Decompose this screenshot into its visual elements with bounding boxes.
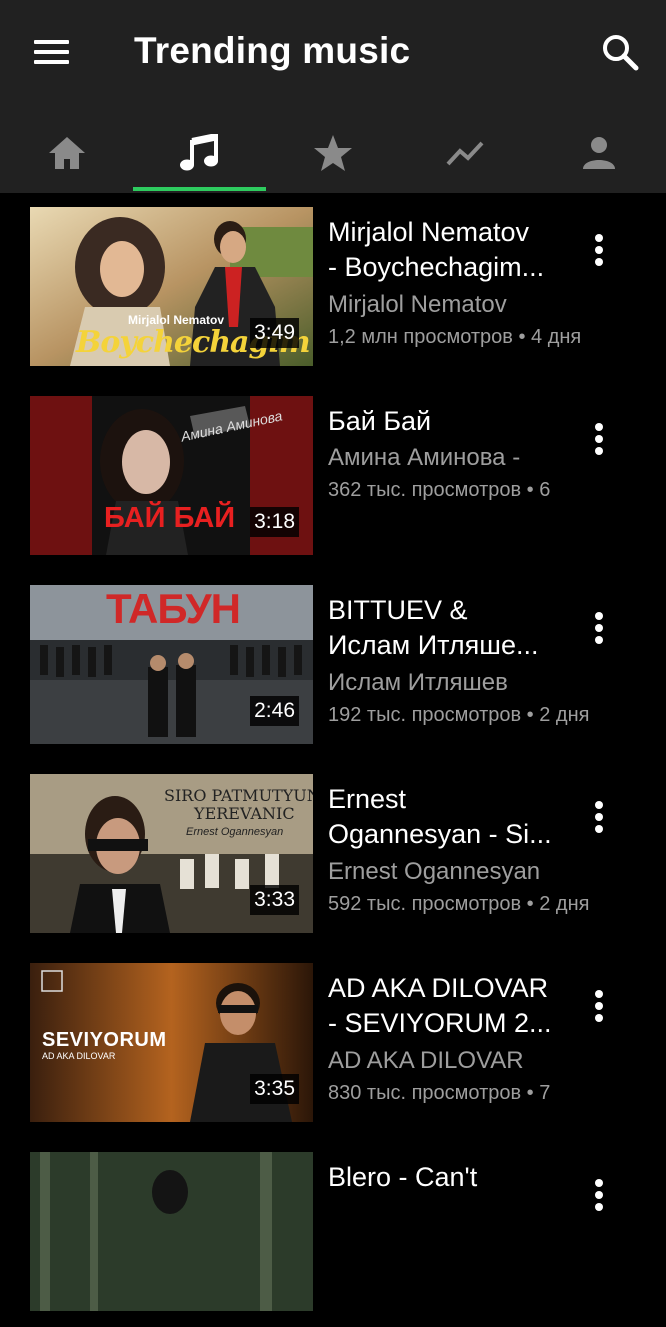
video-meta: 592 тыс. просмотров • 2 дня [328, 893, 590, 915]
video-item[interactable]: Амина Аминова БАЙ БАЙ 3:18 Бай Бай Амина… [0, 382, 666, 571]
video-item[interactable]: ТАБУН 2:46 BITTUEV & Ислам Итляше... Исл… [0, 571, 666, 760]
video-title[interactable]: Бай Бай [328, 404, 568, 439]
tab-trending[interactable] [399, 112, 532, 193]
more-options-icon[interactable] [588, 990, 610, 1028]
video-channel[interactable]: AD AKA DILOVAR [328, 1047, 524, 1075]
video-item[interactable]: Mirjalol Nematov Boychechagim 3:49 Mirja… [0, 193, 666, 382]
video-title-line: BITTUEV & [328, 595, 468, 625]
search-icon[interactable] [600, 32, 640, 72]
page-title: Trending music [134, 30, 411, 71]
video-title-line: Ислам Итляше... [328, 630, 539, 660]
video-duration: 3:18 [250, 507, 299, 537]
video-thumbnail[interactable]: ТАБУН 2:46 [30, 585, 313, 744]
video-title-line: AD AKA DILOVAR [328, 973, 549, 1003]
video-title[interactable]: Mirjalol Nematov - Boychechagim... [328, 215, 568, 285]
video-item[interactable]: SIRO PATMUTYUN YEREVANIC Ernest Ogannesy… [0, 760, 666, 949]
video-duration: 3:33 [250, 885, 299, 915]
thumbnail-title-text: ТАБУН [106, 585, 241, 632]
video-title-line: - SEVIYORUM 2... [328, 1008, 552, 1038]
home-icon [48, 136, 85, 169]
video-item[interactable]: SEVIYORUM AD AKA DILOVAR 3:35 AD AKA DIL… [0, 949, 666, 1138]
video-channel[interactable]: Ислам Итляшев [328, 669, 508, 697]
video-channel[interactable]: Амина Аминова - [328, 444, 520, 472]
video-meta: 1,2 млн просмотров • 4 дня [328, 326, 582, 348]
menu-icon[interactable] [34, 38, 70, 66]
selected-tab-indicator [133, 187, 266, 191]
video-title-line: Бай Бай [328, 406, 432, 436]
video-meta: 362 тыс. просмотров • 6 [328, 479, 551, 501]
person-icon [582, 136, 615, 169]
video-title-line: Mirjalol Nematov [328, 217, 530, 247]
video-title-line: Ernest [328, 784, 407, 814]
tab-music[interactable] [133, 112, 266, 193]
video-meta: 192 тыс. просмотров • 2 дня [328, 704, 590, 726]
star-icon [313, 134, 352, 171]
video-channel[interactable]: Ernest Ogannesyan [328, 858, 540, 886]
video-title[interactable]: AD AKA DILOVAR - SEVIYORUM 2... [328, 971, 568, 1041]
more-options-icon[interactable] [588, 423, 610, 461]
thumbnail-title-text-2: YEREVANIC [194, 804, 295, 823]
video-title-line: - Boychechagim... [328, 252, 545, 282]
tab-home[interactable] [0, 112, 133, 193]
video-title[interactable]: Ernest Ogannesyan - Si... [328, 782, 568, 852]
video-thumbnail[interactable]: SEVIYORUM AD AKA DILOVAR 3:35 [30, 963, 313, 1122]
tab-account[interactable] [532, 112, 665, 193]
thumbnail-title-text: SEVIYORUM [42, 1029, 167, 1051]
thumbnail-title-text: SIRO PATMUTYUN [164, 786, 313, 805]
music-note-icon [179, 133, 218, 170]
video-thumbnail[interactable]: Амина Аминова БАЙ БАЙ 3:18 [30, 396, 313, 555]
video-duration: 3:35 [250, 1074, 299, 1104]
video-duration: 2:46 [250, 696, 299, 726]
video-thumbnail[interactable] [30, 1152, 313, 1311]
video-thumbnail[interactable]: SIRO PATMUTYUN YEREVANIC Ernest Ogannesy… [30, 774, 313, 933]
more-options-icon[interactable] [588, 1179, 610, 1217]
tab-bar [0, 112, 666, 193]
video-title[interactable]: BITTUEV & Ислам Итляше... [328, 593, 568, 663]
trending-icon [446, 141, 483, 165]
video-title-line: Blero - Can't [328, 1162, 478, 1192]
more-options-icon[interactable] [588, 612, 610, 650]
thumbnail-small-text: AD AKA DILOVAR [42, 1051, 116, 1061]
more-options-icon[interactable] [588, 801, 610, 839]
tab-favorites[interactable] [266, 112, 399, 193]
video-meta: 830 тыс. просмотров • 7 [328, 1082, 551, 1104]
video-channel[interactable]: Mirjalol Nematov [328, 291, 507, 319]
video-title-line: Ogannesyan - Si... [328, 819, 552, 849]
video-title[interactable]: Blero - Can't [328, 1160, 568, 1195]
thumbnail-small-text: Ernest Ogannesyan [186, 826, 284, 838]
thumbnail-title-text: БАЙ БАЙ [104, 502, 236, 534]
more-options-icon[interactable] [588, 234, 610, 272]
video-thumbnail[interactable]: Mirjalol Nematov Boychechagim 3:49 [30, 207, 313, 366]
video-duration: 3:49 [250, 318, 299, 348]
video-item[interactable]: Blero - Can't [0, 1138, 666, 1327]
app-bar: Trending music [0, 0, 666, 193]
